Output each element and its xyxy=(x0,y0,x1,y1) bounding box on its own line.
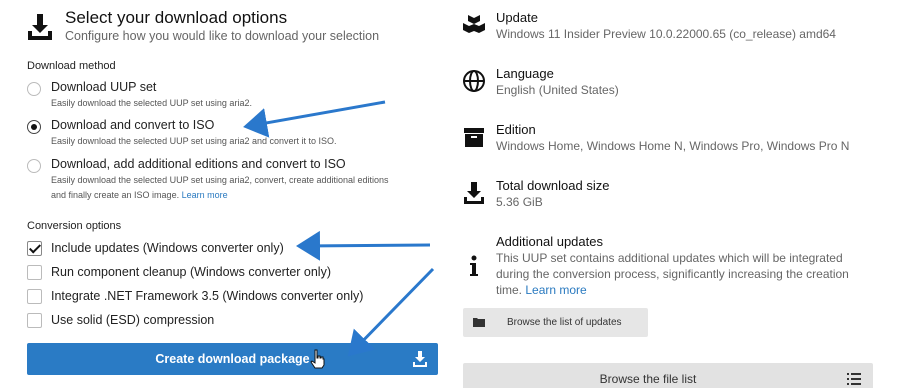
list-icon xyxy=(847,373,861,385)
option-description-line1: Easily download the selected UUP set usi… xyxy=(51,175,389,185)
additional-updates-line1: This UUP set contains additional updates… xyxy=(496,251,843,265)
download-method-heading: Download method xyxy=(27,60,116,72)
download-size-title: Total download size xyxy=(496,178,610,193)
update-title: Update xyxy=(496,10,538,25)
archive-icon xyxy=(464,128,484,147)
create-download-package-label: Create download package xyxy=(155,352,310,366)
page-title: Select your download options xyxy=(65,8,288,27)
language-value: English (United States) xyxy=(496,83,619,97)
option-label: Download and convert to ISO xyxy=(51,118,215,132)
option-description: Easily download the selected UUP set usi… xyxy=(51,98,252,108)
checkbox-label: Run component cleanup (Windows converter… xyxy=(51,265,331,279)
conversion-options-heading: Conversion options xyxy=(27,220,122,232)
additional-updates-description: This UUP set contains additional updates… xyxy=(496,250,871,298)
download-icon xyxy=(464,182,484,204)
browse-updates-button[interactable]: Browse the list of updates xyxy=(463,308,648,337)
checkbox-solid-esd-box[interactable] xyxy=(27,313,42,328)
browse-file-list-label: Browse the file list xyxy=(599,372,697,386)
download-options-panel: Select your download options Configure h… xyxy=(0,0,450,388)
radio-add-editions-convert-iso[interactable] xyxy=(27,159,41,173)
checkbox-label: Include updates (Windows converter only) xyxy=(51,241,284,255)
option-description-text: and finally create an ISO image. xyxy=(51,190,180,200)
additional-updates-title: Additional updates xyxy=(496,234,603,249)
radio-download-convert-iso[interactable] xyxy=(27,120,41,134)
additional-updates-line3: time. xyxy=(496,283,523,297)
info-icon xyxy=(470,255,478,276)
learn-more-link[interactable]: Learn more xyxy=(182,190,228,200)
option-label: Download UUP set xyxy=(51,80,157,94)
radio-download-uup-set[interactable] xyxy=(27,82,41,96)
update-value: Windows 11 Insider Preview 10.0.22000.65… xyxy=(496,27,836,41)
checkbox-component-cleanup-box[interactable] xyxy=(27,265,42,280)
additional-updates-line2: during the conversion process, significa… xyxy=(496,267,849,281)
language-title: Language xyxy=(496,66,554,81)
edition-value: Windows Home, Windows Home N, Windows Pr… xyxy=(496,139,850,153)
folder-icon xyxy=(473,318,485,327)
selection-info-panel: Update Windows 11 Insider Preview 10.0.2… xyxy=(455,0,900,388)
checkbox-label: Integrate .NET Framework 3.5 (Windows co… xyxy=(51,289,364,303)
hand-cursor-icon xyxy=(310,349,325,369)
download-icon xyxy=(28,14,52,40)
option-label: Download, add additional editions and co… xyxy=(51,157,346,171)
additional-updates-line3-wrap: time. Learn more xyxy=(496,282,871,298)
option-description: Easily download the selected UUP set usi… xyxy=(51,136,337,146)
download-size-value: 5.36 GiB xyxy=(496,195,543,209)
learn-more-link[interactable]: Learn more xyxy=(525,283,586,297)
create-download-package-button[interactable]: Create download package xyxy=(27,343,438,375)
page-subtitle: Configure how you would like to download… xyxy=(65,29,380,43)
checkbox-label: Use solid (ESD) compression xyxy=(51,313,215,327)
download-icon xyxy=(413,351,427,367)
globe-icon xyxy=(463,70,485,92)
package-icon xyxy=(463,15,485,33)
checkbox-integrate-netfx-box[interactable] xyxy=(27,289,42,304)
edition-title: Edition xyxy=(496,122,536,137)
checkbox-include-updates-box[interactable] xyxy=(27,241,42,256)
browse-file-list-button[interactable]: Browse the file list xyxy=(463,363,873,388)
option-description-line2: and finally create an ISO image. Learn m… xyxy=(51,188,228,203)
browse-updates-label: Browse the list of updates xyxy=(507,317,622,328)
